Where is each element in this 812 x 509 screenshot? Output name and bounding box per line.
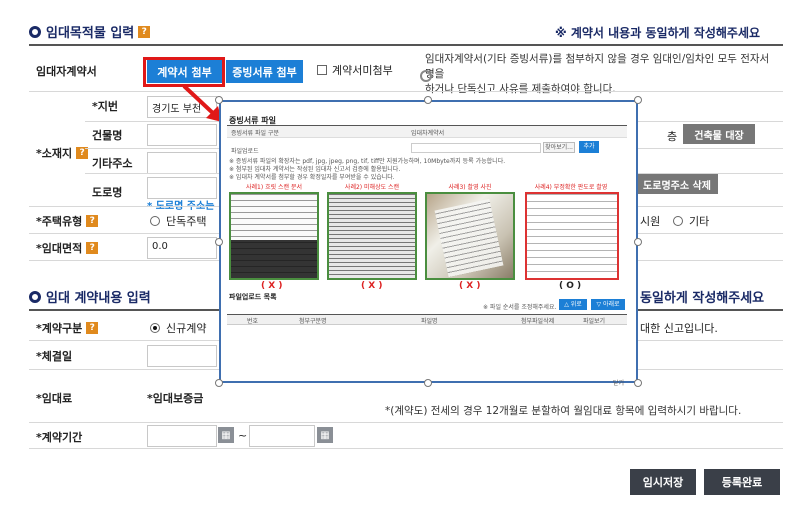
housing-type-label: *주택유형 ? [36,213,99,229]
period-end-input[interactable] [249,425,315,447]
lease-area-label: *임대면적 ? [36,240,99,256]
register-complete-button[interactable]: 등록완료 [704,469,780,495]
popup-close-link[interactable]: 닫기 [613,378,624,387]
popup-col-type: 첨부구분명 [299,318,327,325]
contract-type-note: 대한 신고입니다. [640,322,718,335]
location-group-label: *소재지 ? [36,145,89,161]
sample-image-blurry [229,192,319,280]
sample-mark: ( X ) [361,281,383,291]
other-address-input[interactable] [147,152,217,174]
table-top-border [29,44,783,46]
rotate-handle-icon[interactable] [420,70,432,82]
section1-title: 임대목적물 입력 ? [29,22,151,41]
other-address-label: 기타주소 [92,157,133,170]
help-icon[interactable]: ? [138,25,151,38]
row-divider [29,448,783,449]
rent-note: *(계약도) 전세의 경우 12개월로 분할하여 월임대료 항목에 입력하시기 … [385,405,742,417]
contract-attach-label: 임대자계약서 [36,65,97,78]
resize-handle[interactable] [634,238,642,246]
popup-col-view: 파일보기 [583,318,606,325]
period-separator: ~ [238,429,248,442]
contract-new-radio[interactable]: 신규계약 [150,320,206,336]
period-label: *계약기간 [36,431,83,444]
rent-label: *임대료 [36,392,73,405]
resize-handle[interactable] [424,379,432,387]
popup-guide-3: ※ 임대차 계약서를 첨부할 경우 확정일자를 부여받을 수 있습니다. [229,174,395,181]
calendar-icon[interactable]: ▦ [218,427,234,443]
popup-upload-label: 파일업로드 [231,148,259,155]
section-bullet-icon [29,25,41,38]
help-icon[interactable]: ? [86,322,99,334]
contract-type-label: *계약구분 ? [36,320,99,336]
building-ledger-button[interactable]: 건축물 대장 [683,124,755,144]
highlight-box [143,57,225,87]
lot-label: *지번 [92,100,118,113]
sample-mark: ( X ) [261,281,283,291]
popup-list-title: 파일업로드 목록 [229,293,277,301]
radio-circle[interactable] [673,216,683,226]
radio-circle[interactable] [150,216,160,226]
popup-upload-input[interactable] [411,143,541,153]
popup-type-value: 임대차계약서 [411,130,445,137]
resize-handle[interactable] [424,96,432,104]
resize-handle[interactable] [634,96,642,104]
housing-other-radio[interactable]: 기타 [673,213,709,229]
resize-handle[interactable] [215,238,223,246]
sample-image-low-res [327,192,417,280]
road-note: * 도로명 주소는 [147,197,214,212]
lease-area-input[interactable]: 0.0 [147,237,217,259]
sample-mark: ( X ) [459,281,481,291]
sample-caption: 사례2) 미해상도 스캔 [344,184,400,191]
resize-handle[interactable] [215,96,223,104]
popup-add-button[interactable]: 추가 [579,141,599,153]
housing-option-right: 시원 [640,215,661,228]
section1-notice: ※ 계약서 내용과 동일하게 작성해주세요 [555,26,761,40]
calendar-icon[interactable]: ▦ [317,427,333,443]
help-icon[interactable]: ? [86,242,99,254]
popup-browse-button[interactable]: 찾아보기... [543,142,575,153]
sample-caption: 사례1) 흐릿 스캔 문서 [245,184,303,191]
floor-suffix: 층 [667,130,678,143]
proof-file-popup: 증빙서류 파일 증빙서류 파일 구분 임대차계약서 파일업로드 찾아보기... … [219,100,638,387]
row-divider [29,91,783,92]
popup-down-button[interactable]: ▽ 아래로 [591,299,625,310]
resize-handle[interactable] [215,379,223,387]
road-input[interactable] [147,177,217,199]
building-label: 건물명 [92,129,123,142]
popup-col-delete: 첨부파일삭제 [521,318,555,325]
sample-mark: ( O ) [559,281,582,291]
section-bullet-icon [29,290,41,303]
deposit-label: *임대보증금 [147,392,204,405]
sample-caption: 사례4) 부정확한 판도로 촬영 [534,184,608,191]
proof-attach-button[interactable]: 증빙서류 첨부 [226,60,303,83]
road-delete-button[interactable]: 도로명주소 삭제 [636,174,718,194]
sign-date-label: *체결일 [36,350,73,363]
sample-caption: 사례3) 촬영 사진 [448,184,492,191]
building-input[interactable] [147,124,217,146]
popup-sort-note: ※ 파일 순서를 조정해주세요. [483,304,557,311]
road-label: 도로명 [92,186,123,199]
popup-col-filename: 파일명 [421,318,438,325]
help-icon[interactable]: ? [86,215,99,227]
section2-title: 임대 계약내용 입력 [29,287,151,306]
sign-date-input[interactable] [147,345,217,367]
popup-col-number: 번호 [247,318,259,325]
row-divider [29,422,783,423]
radio-circle[interactable] [150,323,160,333]
section2-notice: 동일하게 작성해주세요 [640,291,765,306]
temp-save-button[interactable]: 임시저장 [630,469,696,495]
sample-image-photo [425,192,515,280]
housing-detached-radio[interactable]: 단독주택 [150,213,206,229]
checkbox-box[interactable] [317,65,327,75]
resize-handle[interactable] [634,379,642,387]
no-attach-checkbox[interactable]: 계약서미첨부 [317,62,393,78]
period-start-input[interactable] [147,425,217,447]
popup-type-label: 증빙서류 파일 구분 [231,130,279,137]
popup-up-button[interactable]: △ 위로 [559,299,587,310]
sample-image-good [525,192,619,280]
